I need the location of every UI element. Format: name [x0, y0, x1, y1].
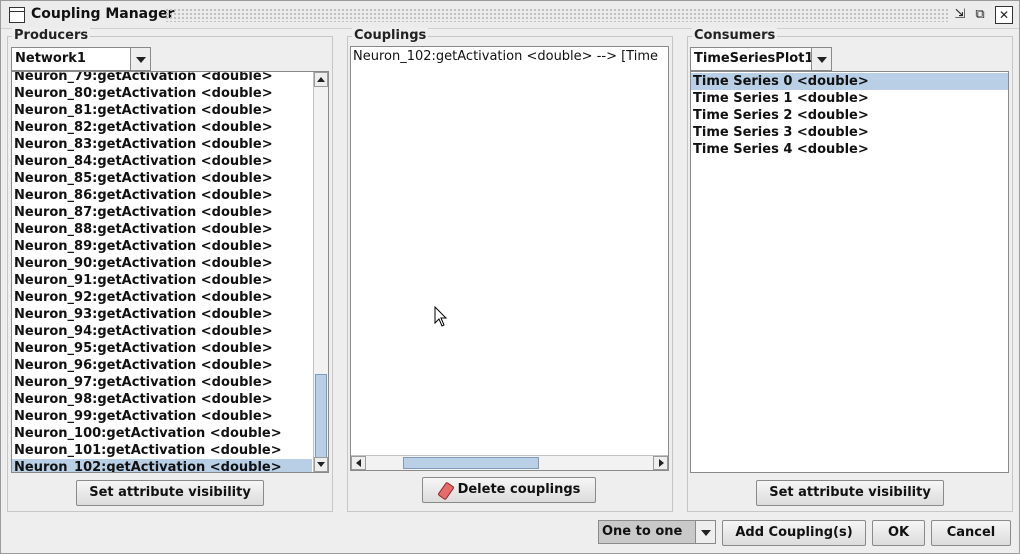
producers-rows: Neuron_79:getActivation <double> Neuron_8…: [12, 72, 312, 472]
network-select[interactable]: Network1: [11, 47, 151, 71]
producer-list-item[interactable]: Neuron_98:getActivation <double>: [12, 391, 312, 408]
consumers-title: Consumers: [692, 28, 778, 43]
producer-list-item[interactable]: Neuron_96:getActivation <double>: [12, 357, 312, 374]
eraser-icon: [437, 481, 455, 501]
producers-title: Producers: [12, 28, 91, 43]
scroll-thumb[interactable]: [315, 374, 327, 458]
chevron-down-icon[interactable]: [811, 48, 831, 70]
coupling-mode-value: One to one: [602, 524, 683, 539]
ok-button[interactable]: OK: [872, 520, 925, 546]
consumer-list-item[interactable]: Time Series 2 <double>: [691, 107, 1008, 124]
producer-list-item[interactable]: Neuron_86:getActivation <double>: [12, 187, 312, 204]
producer-list-item[interactable]: Neuron_97:getActivation <double>: [12, 374, 312, 391]
couplings-hscrollbar[interactable]: [351, 455, 668, 470]
cancel-button[interactable]: Cancel: [931, 520, 1011, 546]
producer-list-item[interactable]: Neuron_88:getActivation <double>: [12, 221, 312, 238]
title-grip: [165, 8, 949, 22]
add-couplings-button[interactable]: Add Coupling(s): [722, 520, 866, 546]
producer-list-item[interactable]: Neuron_91:getActivation <double>: [12, 272, 312, 289]
couplings-list: Neuron_102:getActivation <double> --> [T…: [350, 46, 669, 471]
scroll-right-icon[interactable]: [653, 456, 668, 470]
producer-list-item[interactable]: Neuron_80:getActivation <double>: [12, 85, 312, 102]
scroll-up-icon[interactable]: [314, 72, 328, 87]
consumers-list: Time Series 0 <double> Time Series 1 <dou…: [690, 71, 1009, 473]
consumer-component-value: TimeSeriesPlot1: [694, 51, 814, 66]
consumers-attr-visibility-button[interactable]: Set attribute visibility: [756, 480, 944, 506]
producers-list: Neuron_79:getActivation <double> Neuron_8…: [11, 71, 329, 473]
window-icon: [9, 7, 25, 23]
consumer-component-select[interactable]: TimeSeriesPlot1: [690, 47, 832, 71]
producer-list-item[interactable]: Neuron_94:getActivation <double>: [12, 323, 312, 340]
producer-list-item[interactable]: Neuron_101:getActivation <double>: [12, 442, 312, 459]
scroll-down-icon[interactable]: [314, 457, 328, 472]
producer-list-item[interactable]: Neuron_92:getActivation <double>: [12, 289, 312, 306]
hscroll-thumb[interactable]: [403, 457, 539, 469]
consumer-list-item[interactable]: Time Series 0 <double>: [691, 73, 1008, 90]
window-title: Coupling Manager: [31, 6, 175, 22]
producer-list-item[interactable]: Neuron_90:getActivation <double>: [12, 255, 312, 272]
title-bar[interactable]: Coupling Manager ⇲ ⧉ ✕: [1, 1, 1019, 29]
coupling-list-item[interactable]: Neuron_102:getActivation <double> --> [T…: [351, 48, 668, 65]
chevron-down-icon[interactable]: [130, 48, 150, 70]
consumer-list-item[interactable]: Time Series 3 <double>: [691, 124, 1008, 141]
delete-couplings-button[interactable]: Delete couplings: [422, 477, 596, 503]
producer-list-item[interactable]: Neuron_95:getActivation <double>: [12, 340, 312, 357]
producer-list-item[interactable]: Neuron_83:getActivation <double>: [12, 136, 312, 153]
coupling-mode-select[interactable]: One to one: [598, 520, 716, 544]
producer-list-item[interactable]: Neuron_102:getActivation <double>: [12, 459, 312, 472]
minimize-icon[interactable]: ⇲: [951, 6, 969, 24]
couplings-rows: Neuron_102:getActivation <double> --> [T…: [351, 48, 668, 454]
network-select-value: Network1: [15, 51, 86, 66]
producer-list-item[interactable]: Neuron_100:getActivation <double>: [12, 425, 312, 442]
producer-list-item[interactable]: Neuron_87:getActivation <double>: [12, 204, 312, 221]
coupling-manager-window: Coupling Manager ⇲ ⧉ ✕ Producers Network…: [0, 0, 1020, 554]
delete-couplings-label: Delete couplings: [457, 482, 581, 497]
producer-list-item[interactable]: Neuron_99:getActivation <double>: [12, 408, 312, 425]
consumer-list-item[interactable]: Time Series 1 <double>: [691, 90, 1008, 107]
producer-list-item[interactable]: Neuron_93:getActivation <double>: [12, 306, 312, 323]
producer-list-item[interactable]: Neuron_82:getActivation <double>: [12, 119, 312, 136]
producer-list-item[interactable]: Neuron_79:getActivation <double>: [12, 72, 312, 85]
producer-list-item[interactable]: Neuron_89:getActivation <double>: [12, 238, 312, 255]
consumer-list-item[interactable]: Time Series 4 <double>: [691, 141, 1008, 158]
mouse-cursor-icon: [434, 306, 448, 327]
close-icon[interactable]: ✕: [995, 6, 1013, 24]
producer-list-item[interactable]: Neuron_85:getActivation <double>: [12, 170, 312, 187]
producer-list-item[interactable]: Neuron_84:getActivation <double>: [12, 153, 312, 170]
producers-scrollbar[interactable]: [313, 72, 328, 472]
consumers-rows: Time Series 0 <double> Time Series 1 <dou…: [691, 73, 1008, 158]
maximize-icon[interactable]: ⧉: [971, 6, 989, 24]
producer-list-item[interactable]: Neuron_81:getActivation <double>: [12, 102, 312, 119]
chevron-down-icon[interactable]: [695, 521, 715, 543]
couplings-title: Couplings: [352, 28, 429, 43]
scroll-left-icon[interactable]: [351, 456, 366, 470]
producers-attr-visibility-button[interactable]: Set attribute visibility: [76, 480, 264, 506]
